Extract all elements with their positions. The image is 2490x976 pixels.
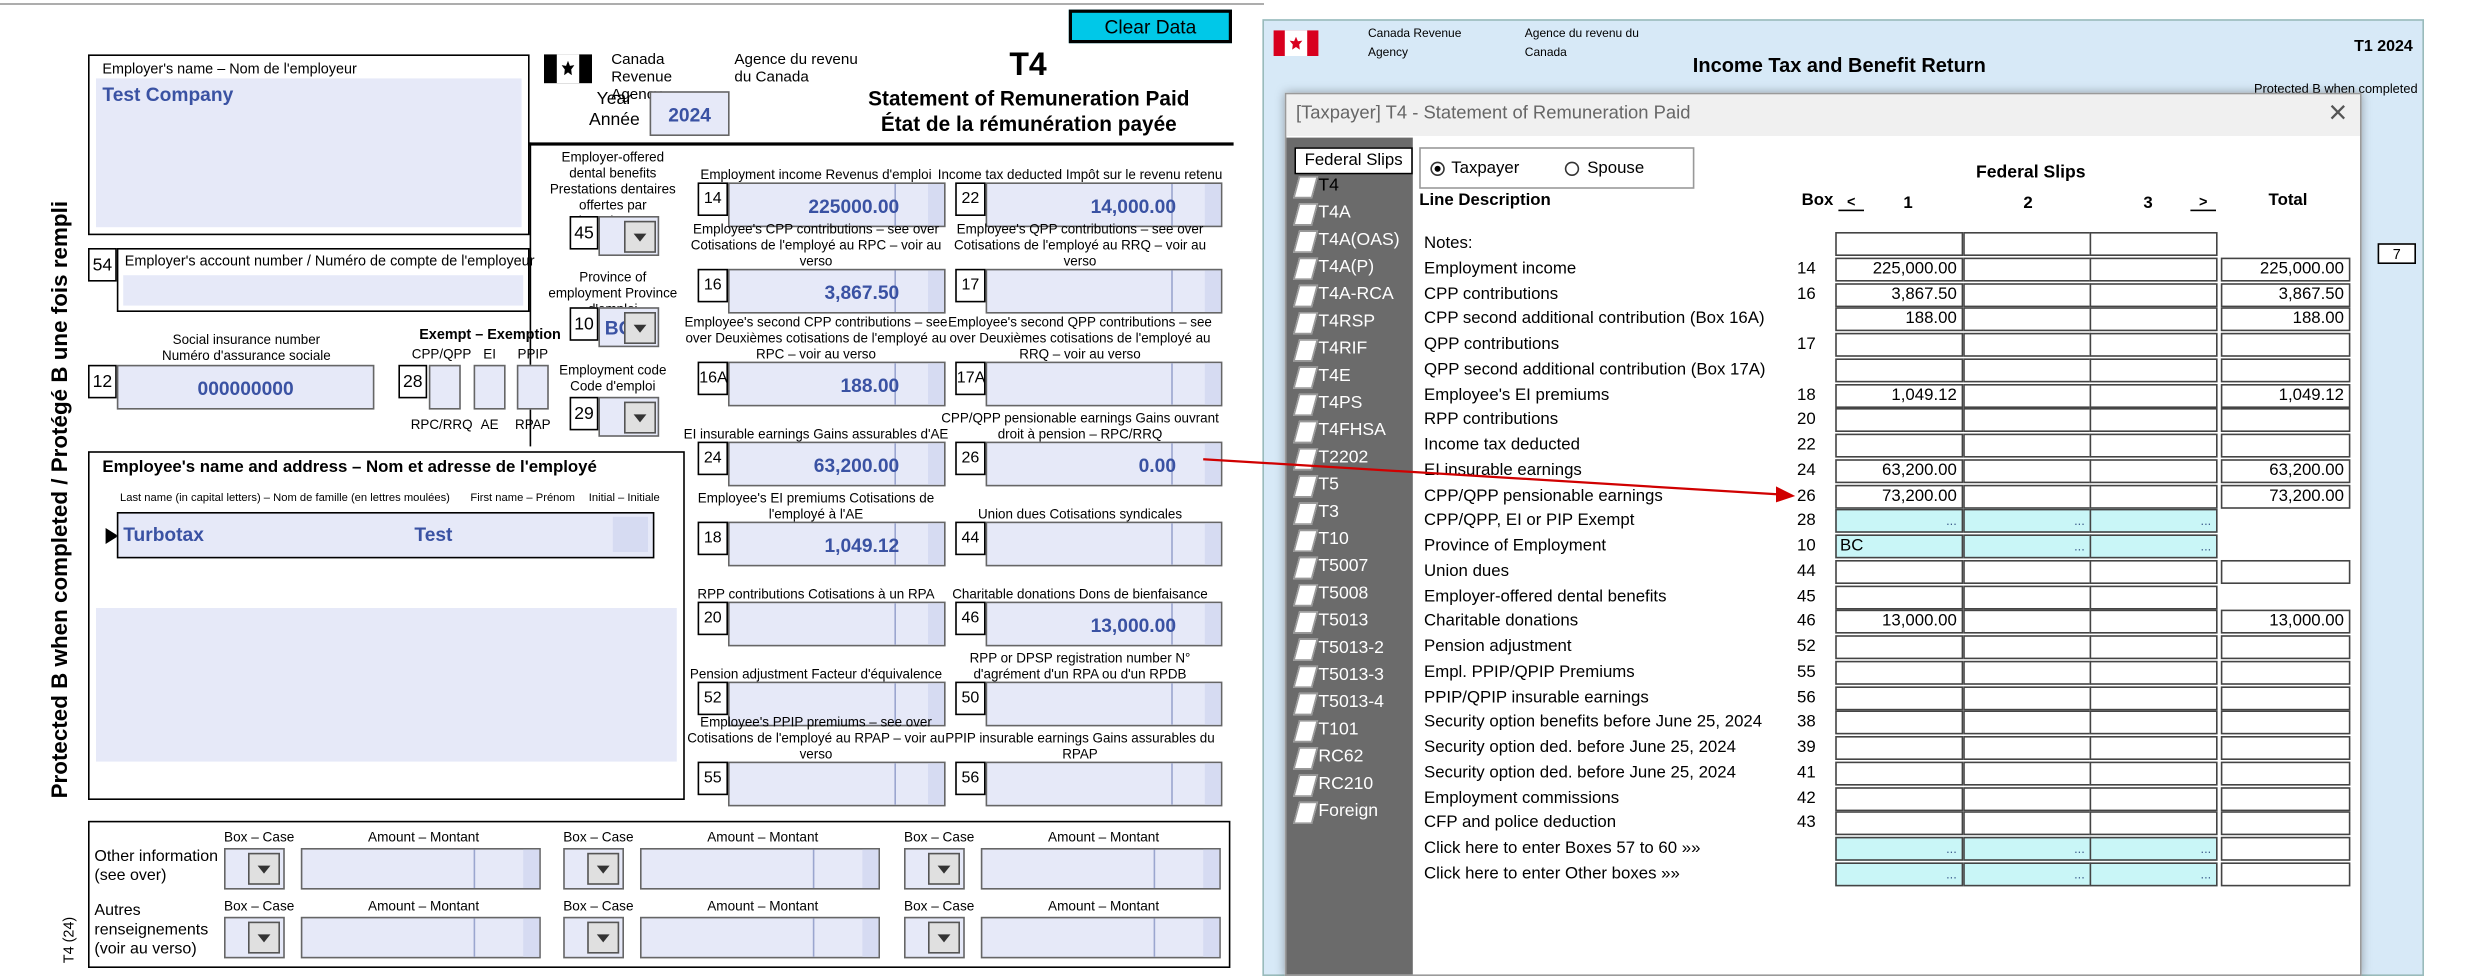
annotation-arrow bbox=[1203, 458, 1796, 503]
annotation-arrowhead bbox=[1776, 486, 1796, 503]
annotation-arrow-line bbox=[1203, 458, 1780, 496]
